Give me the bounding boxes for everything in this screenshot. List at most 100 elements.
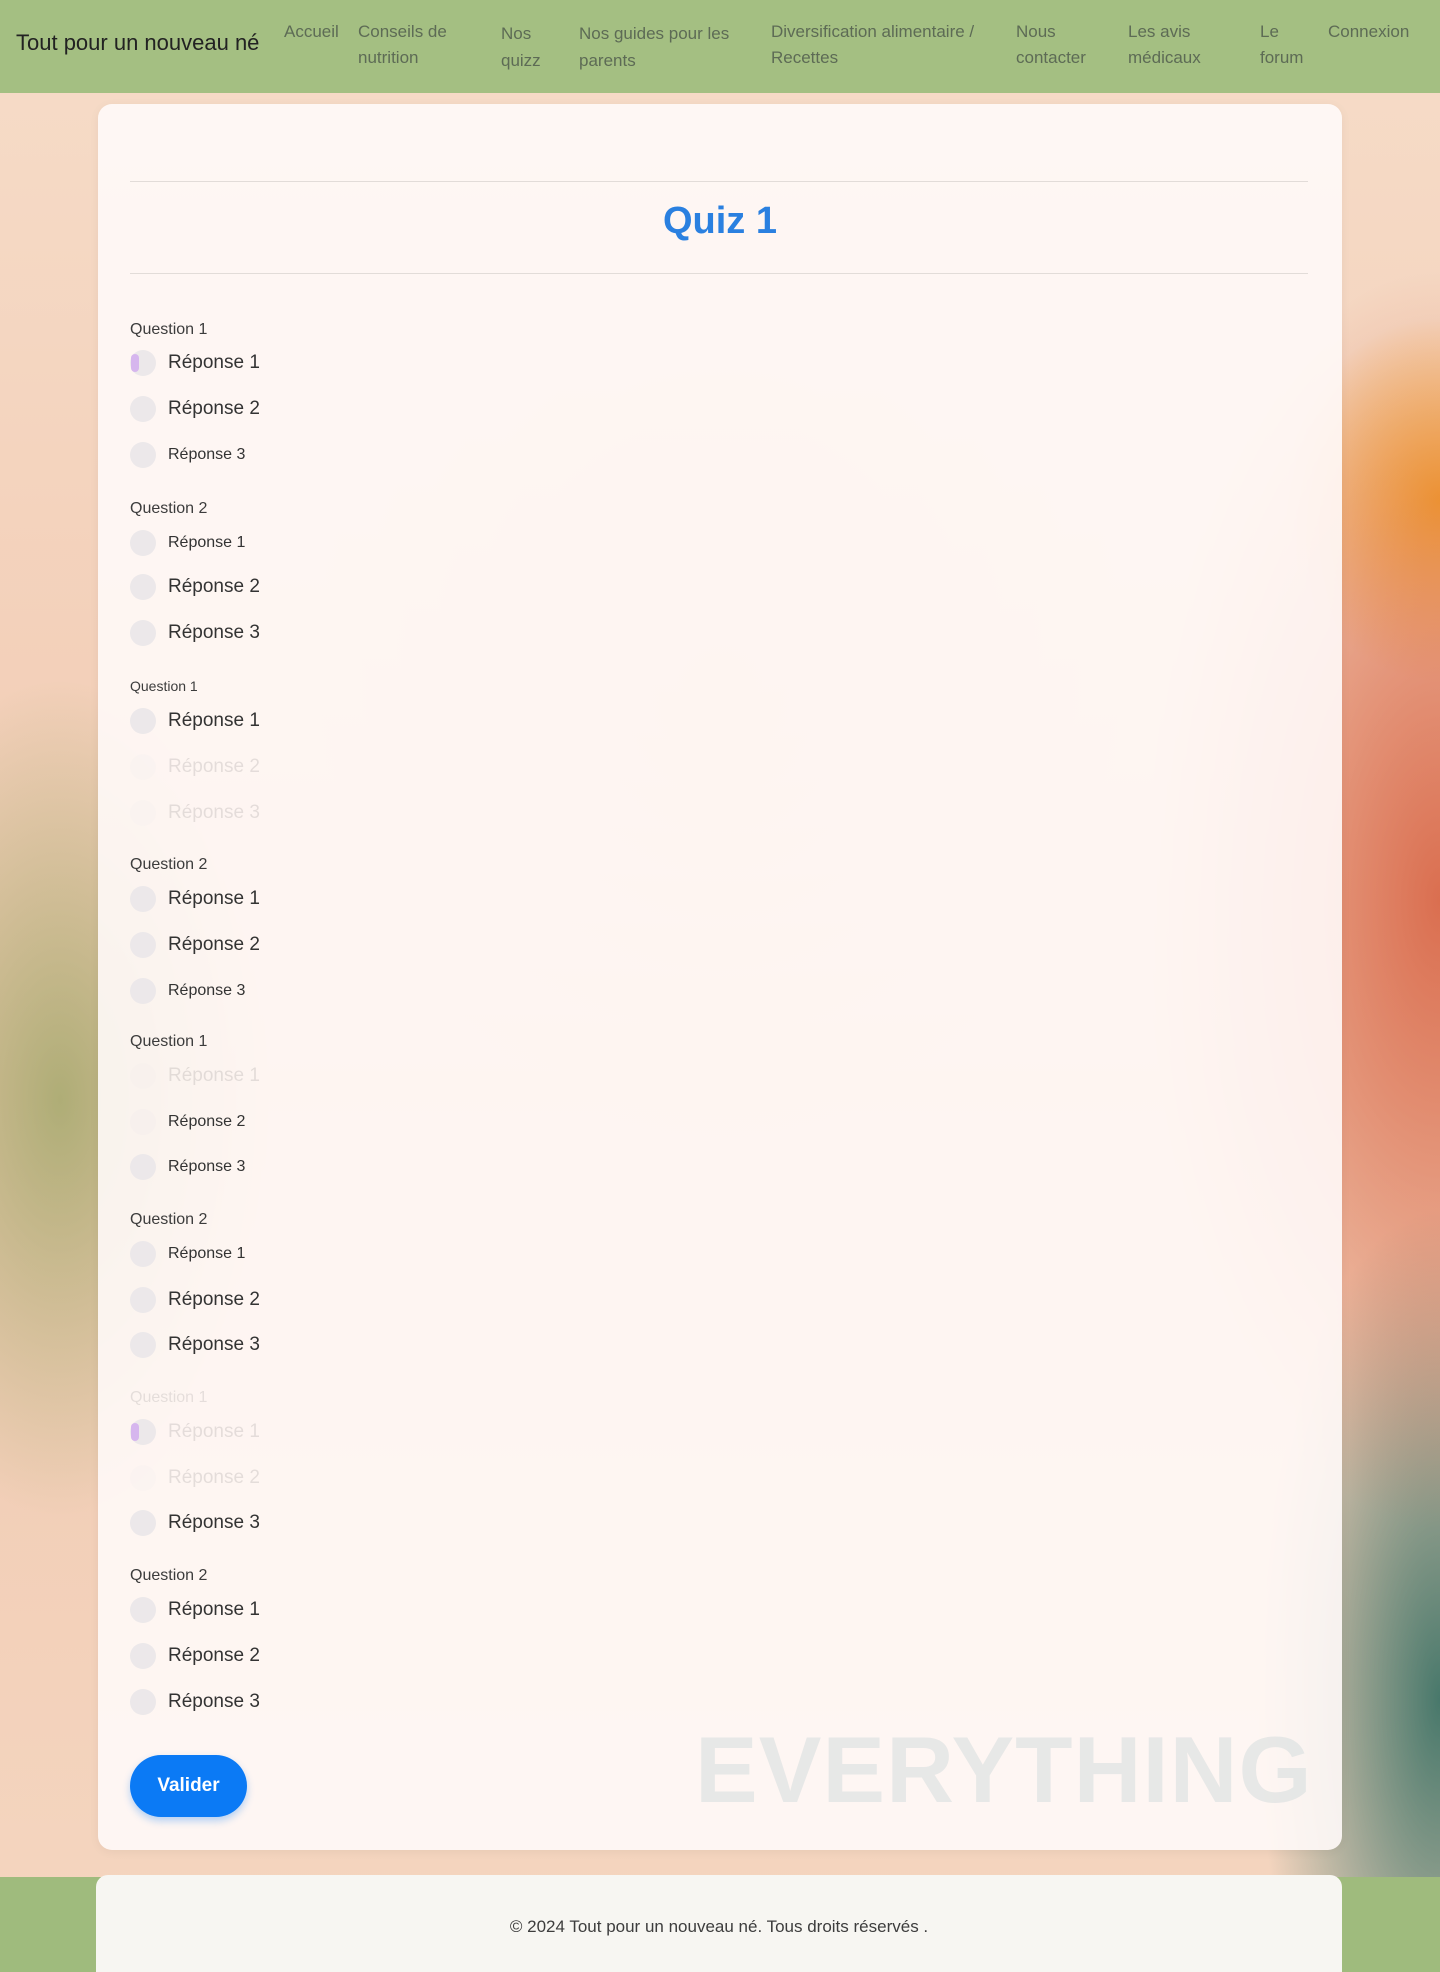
navbar: Tout pour un nouveau né Accueil Conseils… <box>0 0 1440 93</box>
question-label: Question 2 <box>130 1211 208 1228</box>
nav-contact[interactable]: Nous contacter <box>1016 19 1086 71</box>
answer-label: Réponse 1 <box>168 1065 260 1086</box>
answer-option[interactable]: Réponse 2 <box>130 574 260 600</box>
answer-label: Réponse 2 <box>168 934 260 955</box>
nav-label: quizz <box>501 51 541 70</box>
answer-option[interactable]: Réponse 3 <box>130 1332 260 1358</box>
nav-label: Accueil <box>284 22 339 41</box>
radio-button[interactable] <box>130 932 156 958</box>
radio-button[interactable] <box>130 350 156 376</box>
answer-label: Réponse 2 <box>168 576 260 597</box>
answer-option[interactable]: Réponse 2 <box>130 932 260 958</box>
nav-label: Nos <box>501 24 532 43</box>
radio-button[interactable] <box>130 800 156 826</box>
nav-label: forum <box>1260 48 1304 67</box>
nav-label: contacter <box>1016 48 1086 67</box>
copyright-text: © 2024 Tout pour un nouveau né. Tous dro… <box>509 1917 929 1936</box>
question-label: Question 1 <box>130 1033 208 1050</box>
radio-button[interactable] <box>130 1597 156 1623</box>
answer-option[interactable]: Réponse 3 <box>130 978 245 1004</box>
answer-label: Réponse 1 <box>168 534 246 551</box>
quiz-card: Quiz 1 Question 1 Réponse 1 Réponse 2 Ré… <box>98 104 1342 1850</box>
question-label: Question 2 <box>130 1567 208 1584</box>
nav-label: Connexion <box>1328 22 1410 41</box>
radio-button[interactable] <box>130 886 156 912</box>
answer-option[interactable]: Réponse 1 <box>130 530 245 556</box>
answer-option[interactable]: Réponse 3 <box>130 1510 260 1536</box>
radio-button[interactable] <box>130 1510 156 1536</box>
question-label: Question 1 <box>130 1389 208 1406</box>
answer-label: Réponse 1 <box>168 1599 260 1620</box>
nav-label: parents <box>579 51 636 70</box>
radio-button[interactable] <box>130 1465 156 1491</box>
nav-label: Les avis <box>1128 22 1191 41</box>
nav-avis-medicaux[interactable]: Les avis médicaux <box>1128 19 1201 71</box>
nav-label: Le <box>1260 22 1279 41</box>
radio-button[interactable] <box>130 396 156 422</box>
answer-option[interactable]: Réponse 1 <box>130 708 260 734</box>
answer-option[interactable]: Réponse 3 <box>130 442 245 468</box>
radio-button[interactable] <box>130 1241 156 1267</box>
nav-accueil[interactable]: Accueil <box>284 19 339 45</box>
answer-option[interactable]: Réponse 3 <box>130 1154 245 1180</box>
question-label: Question 2 <box>130 500 208 517</box>
answer-option[interactable]: Réponse 1 <box>130 1597 260 1623</box>
radio-button[interactable] <box>130 1643 156 1669</box>
answer-label: Réponse 3 <box>168 1158 246 1175</box>
radio-button[interactable] <box>130 978 156 1004</box>
answer-option[interactable]: Réponse 2 <box>130 1643 260 1669</box>
radio-button[interactable] <box>130 1419 156 1445</box>
nav-label: Recettes <box>771 48 839 67</box>
radio-button[interactable] <box>130 1063 156 1089</box>
nav-label: Nous <box>1016 22 1056 41</box>
brand-logo[interactable]: Tout pour un nouveau né <box>16 30 259 56</box>
answer-option[interactable]: Réponse 3 <box>130 800 260 826</box>
radio-button[interactable] <box>130 1109 156 1135</box>
question-label: Question 2 <box>130 856 208 873</box>
answer-label: Réponse 1 <box>168 888 260 909</box>
answer-option[interactable]: Réponse 1 <box>130 1063 260 1089</box>
nav-label: Nos guides pour les <box>579 24 730 43</box>
answer-option[interactable]: Réponse 2 <box>130 754 260 780</box>
nav-forum[interactable]: Le forum <box>1260 19 1303 71</box>
nav-diversification[interactable]: Diversification alimentaire / Recettes <box>771 19 974 71</box>
radio-button[interactable] <box>130 442 156 468</box>
answer-label: Réponse 3 <box>168 446 246 463</box>
submit-button[interactable]: Valider <box>130 1755 247 1817</box>
nav-nos-quizz[interactable]: Nos quizz <box>501 20 541 74</box>
answer-label: Réponse 1 <box>168 1421 260 1442</box>
nav-label: Diversification alimentaire / <box>771 22 975 41</box>
answer-label: Réponse 2 <box>168 1645 260 1666</box>
answer-label: Réponse 2 <box>168 756 260 777</box>
answer-option[interactable]: Réponse 1 <box>130 886 260 912</box>
radio-button[interactable] <box>130 574 156 600</box>
answer-option[interactable]: Réponse 3 <box>130 1689 260 1715</box>
answer-label: Réponse 3 <box>168 1512 260 1533</box>
radio-button[interactable] <box>130 1332 156 1358</box>
answer-label: Réponse 3 <box>168 622 260 643</box>
divider-top <box>130 181 1308 182</box>
answer-option[interactable]: Réponse 2 <box>130 1109 245 1135</box>
answer-label: Réponse 3 <box>168 1334 260 1355</box>
radio-button[interactable] <box>130 1287 156 1313</box>
answer-option[interactable]: Réponse 1 <box>130 350 260 376</box>
radio-button[interactable] <box>130 620 156 646</box>
answer-option[interactable]: Réponse 2 <box>130 1287 260 1313</box>
answer-label: Réponse 1 <box>168 352 260 373</box>
radio-button[interactable] <box>130 530 156 556</box>
question-label: Question 1 <box>130 678 198 694</box>
radio-button[interactable] <box>130 1154 156 1180</box>
nav-guides-parents[interactable]: Nos guides pour les parents <box>579 20 729 74</box>
answer-option[interactable]: Réponse 2 <box>130 1465 260 1491</box>
answer-option[interactable]: Réponse 3 <box>130 620 260 646</box>
radio-button[interactable] <box>130 754 156 780</box>
footer: © 2024 Tout pour un nouveau né. Tous dro… <box>96 1875 1342 1972</box>
quiz-title: Quiz 1 <box>662 200 778 242</box>
answer-option[interactable]: Réponse 2 <box>130 396 260 422</box>
nav-conseils-nutrition[interactable]: Conseils de nutrition <box>358 19 447 71</box>
nav-connexion[interactable]: Connexion <box>1328 19 1409 45</box>
answer-option[interactable]: Réponse 1 <box>130 1241 245 1267</box>
answer-option[interactable]: Réponse 1 <box>130 1419 260 1445</box>
radio-button[interactable] <box>130 1689 156 1715</box>
radio-button[interactable] <box>130 708 156 734</box>
